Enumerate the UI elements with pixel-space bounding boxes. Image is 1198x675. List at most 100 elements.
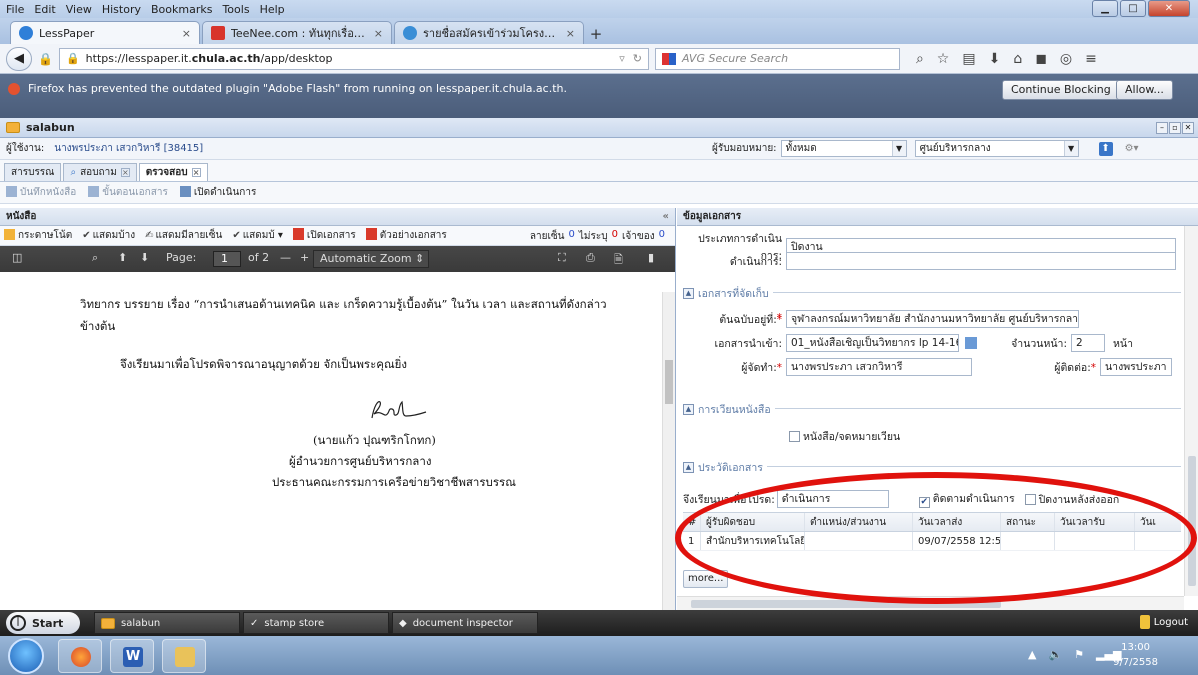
info-vertical-scrollbar[interactable] xyxy=(1184,226,1198,596)
menu-file[interactable]: File xyxy=(6,3,24,16)
allow-button[interactable]: Allow... xyxy=(1116,80,1173,100)
note-paper-button[interactable]: กระดาษโน้ต xyxy=(4,228,72,243)
column-header[interactable]: ผู้รับผิดชอบ xyxy=(701,513,805,531)
circular-checkbox[interactable] xyxy=(789,431,800,442)
unit-select[interactable]: ศูนย์บริหารกลาง ▼ xyxy=(914,140,1079,157)
attach-icon[interactable] xyxy=(965,337,977,349)
next-page-icon[interactable]: ⬇ xyxy=(140,251,149,264)
settings-gear-icon[interactable]: ⚙▾ xyxy=(1125,143,1139,154)
receiver-select[interactable]: ทั้งหมด ▼ xyxy=(780,140,907,157)
tab-close-icon[interactable]: × xyxy=(374,27,383,40)
close-after-checkbox[interactable] xyxy=(1024,493,1036,505)
minimize-button[interactable]: ▁ xyxy=(1092,0,1118,17)
bookmark-star-icon[interactable]: ☆ xyxy=(937,51,950,67)
more-button[interactable]: more... xyxy=(683,570,729,588)
scroll-thumb[interactable] xyxy=(665,360,673,404)
follow-checkbox[interactable]: ✔ xyxy=(918,497,930,508)
browser-tab-teenee[interactable]: TeeNee.com : ทันทุกเรื่องหิ... × xyxy=(202,21,392,44)
save-document-button[interactable]: บันทึกหนังสือ xyxy=(6,185,76,200)
tab-inquiry[interactable]: ⌕ สอบถาม × xyxy=(63,163,137,181)
logout-button[interactable]: Logout xyxy=(1139,615,1188,629)
info-horizontal-scrollbar[interactable] xyxy=(677,596,1184,610)
collapse-icon[interactable]: ▲ xyxy=(683,404,694,415)
app-minimize-icon[interactable]: – xyxy=(1156,121,1168,134)
stamp-some-button[interactable]: ✔ แสดมบ้าง xyxy=(82,228,135,243)
column-header[interactable]: สถานะ xyxy=(1001,513,1055,531)
menu-history[interactable]: History xyxy=(102,3,141,16)
tab-inspect[interactable]: ตรวจสอบ × xyxy=(138,163,208,181)
original-location-field[interactable]: จุฬาลงกรณ์มหาวิทยาลัย สำนักงานมหาวิทยาลั… xyxy=(786,310,1079,328)
sidebar-toggle-icon[interactable]: ◫ xyxy=(12,251,22,264)
downloads-icon[interactable]: ⬇ xyxy=(989,51,1001,67)
open-document-button[interactable]: เปิดเอกสาร xyxy=(292,228,356,243)
dropdown-icon[interactable]: ▿ xyxy=(619,52,625,65)
column-header[interactable]: # xyxy=(683,513,701,531)
reload-icon[interactable]: ↻ xyxy=(633,52,642,65)
app-close-icon[interactable]: ✕ xyxy=(1182,121,1194,134)
site-identity-icon[interactable]: 🔒 xyxy=(38,52,53,66)
volume-icon[interactable]: 🔈 xyxy=(1048,648,1062,661)
firefox-pin[interactable] xyxy=(58,639,102,673)
print-icon[interactable]: ⎙ xyxy=(586,251,595,265)
browser-tab-registration[interactable]: รายชื่อสมัครเข้าร่วมโครงการที่... × xyxy=(394,21,584,44)
import-document-field[interactable]: 01_หนังสือเชิญเป็นวิทยากร lp 14-16 ก.ค.: xyxy=(786,334,959,352)
continue-blocking-button[interactable]: Continue Blocking xyxy=(1002,80,1120,100)
column-header[interactable]: วันเวลารับ xyxy=(1055,513,1135,531)
maximize-button[interactable]: □ xyxy=(1120,0,1146,17)
tray-arrow-icon[interactable]: ▲ xyxy=(1028,648,1036,661)
word-pin[interactable]: W xyxy=(110,639,154,673)
maker-field[interactable]: นางพรประภา เสวกวิหารี xyxy=(786,358,972,376)
app-start-button[interactable]: | Start xyxy=(6,612,80,634)
menu-edit[interactable]: Edit xyxy=(34,3,55,16)
column-header[interactable]: ตำแหน่ง/ส่วนงาน xyxy=(805,513,913,531)
close-after-checkbox-row[interactable]: ปิดงานหลังส่งออก xyxy=(1024,491,1119,508)
tab-close-icon[interactable]: × xyxy=(120,168,130,177)
scroll-thumb[interactable] xyxy=(691,600,1001,608)
upload-icon[interactable]: ⬆ xyxy=(1098,141,1113,156)
bookmark-icon[interactable]: ▮ xyxy=(648,251,654,264)
tab-sarabun[interactable]: สารบรรณ xyxy=(4,163,62,181)
zoom-in-icon[interactable]: + xyxy=(300,251,309,264)
contact-field[interactable]: นางพรประภา xyxy=(1100,358,1172,376)
document-steps-button[interactable]: ขั้นตอนเอกสาร xyxy=(88,185,168,200)
menu-bookmarks[interactable]: Bookmarks xyxy=(151,3,212,16)
collapse-icon[interactable]: ▲ xyxy=(683,462,694,473)
close-button[interactable]: ✕ xyxy=(1148,0,1190,17)
clock[interactable]: 13:00 9/7/2558 xyxy=(1113,640,1158,670)
pocket-icon[interactable]: ◼ xyxy=(1035,51,1047,67)
preview-document-button[interactable]: ตัวอย่างเอกสาร xyxy=(365,228,447,243)
menu-tools[interactable]: Tools xyxy=(222,3,249,16)
reading-list-icon[interactable]: ▤ xyxy=(962,51,975,67)
circular-checkbox-row[interactable]: หนังสือ/จดหมายเวียน xyxy=(789,428,900,445)
home-icon[interactable]: ⌂ xyxy=(1013,51,1022,67)
shield-icon[interactable]: ◎ xyxy=(1060,51,1072,67)
table-row[interactable]: 1 สำนักบริหารเทคโนโลยีสาร: 09/07/2558 12… xyxy=(683,532,1181,551)
search-icon[interactable]: ⌕ xyxy=(916,51,924,67)
menu-hamburger-icon[interactable]: ≡ xyxy=(1085,51,1097,67)
pages-field[interactable]: 2 xyxy=(1071,334,1105,352)
scroll-thumb[interactable] xyxy=(1188,456,1196,586)
tab-close-icon[interactable]: × xyxy=(182,27,191,40)
open-operation-button[interactable]: เปิดดำเนินการ xyxy=(179,185,256,200)
find-icon[interactable]: ⌕ xyxy=(92,251,98,265)
taskbar-item-salabun[interactable]: salabun xyxy=(94,612,240,634)
flag-icon[interactable]: ⚑ xyxy=(1074,648,1084,661)
collapse-left-icon[interactable]: « xyxy=(663,208,669,225)
send-purpose-field[interactable]: ดำเนินการ xyxy=(776,490,889,508)
browser-tab-lesspaper[interactable]: LessPaper × xyxy=(10,21,200,44)
url-bar[interactable]: 🔒 https://lesspaper.it.chula.ac.th/app/d… xyxy=(58,47,649,70)
stamp-menu-button[interactable]: ✔ แสดมบ้ ▾ xyxy=(232,228,283,243)
zoom-out-icon[interactable]: — xyxy=(280,251,291,264)
menu-view[interactable]: View xyxy=(66,3,92,16)
download-icon[interactable]: 🗎 xyxy=(614,251,623,270)
presentation-icon[interactable]: ⛶ xyxy=(558,251,566,265)
menu-help[interactable]: Help xyxy=(260,3,285,16)
taskbar-item-document-inspector[interactable]: ◆ document inspector xyxy=(392,612,538,634)
search-bar[interactable]: AVG Secure Search xyxy=(654,47,900,70)
previous-page-icon[interactable]: ⬆ xyxy=(118,251,127,264)
app-restore-icon[interactable]: ▫ xyxy=(1169,121,1181,134)
windows-start-orb[interactable] xyxy=(8,638,44,674)
page-number-input[interactable]: 1 xyxy=(213,251,241,267)
new-tab-button[interactable]: + xyxy=(586,24,606,44)
zoom-select[interactable]: Automatic Zoom ⇕ xyxy=(313,250,429,268)
